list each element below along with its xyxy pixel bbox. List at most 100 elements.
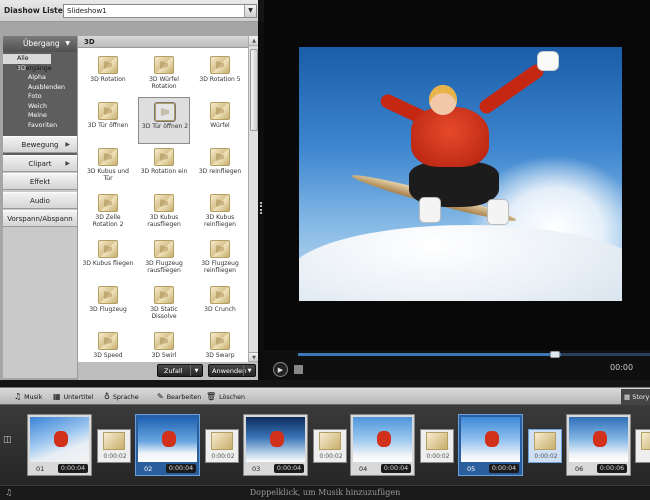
transition-item[interactable]: 3D Swarp	[194, 327, 246, 362]
chevron-down-icon[interactable]: ▼	[244, 5, 256, 17]
slide-duration[interactable]: 0:00:04	[58, 464, 88, 473]
timeline-transition[interactable]: 0:00:02	[97, 429, 131, 463]
subcategory-3[interactable]: Ausblenden	[3, 83, 77, 93]
transition-thumbnail-icon	[98, 332, 118, 350]
transition-item[interactable]: 3D Rotation ein	[138, 143, 190, 190]
transition-item[interactable]: 3D Swirl	[138, 327, 190, 362]
music-track[interactable]: ♫ Doppelklick, um Musik hinzuzufügen	[0, 485, 650, 500]
timeline-transition[interactable]: 0:00:02	[313, 429, 347, 463]
category-button-0[interactable]: Bewegung ▶	[3, 136, 77, 153]
transition-item[interactable]: 3D Speed	[82, 327, 134, 362]
slideshow-select[interactable]: Slideshow1 ▼	[63, 4, 257, 18]
transition-thumbnail-icon	[98, 148, 118, 166]
transition-label: 3D Rotation	[90, 76, 126, 83]
transition-item[interactable]: 3D Rotation	[82, 51, 134, 98]
transition-thumbnail-icon	[210, 194, 230, 212]
category-button-2[interactable]: Effekt	[3, 173, 77, 190]
transition-item[interactable]: 3D Flugzeug reinfliegen	[194, 235, 246, 282]
slide-figure	[593, 431, 607, 447]
transition-label: 3D Rotation 5	[199, 76, 241, 83]
category-button-3[interactable]: Audio	[3, 191, 77, 209]
timeline-slide[interactable]: 03 0:00:04	[243, 414, 308, 476]
transition-thumbnail-icon	[98, 102, 118, 120]
slide-duration[interactable]: 0:00:06	[597, 464, 627, 473]
transition-thumbnail-icon	[98, 240, 118, 258]
timeline-slide[interactable]: 06 0:00:06	[566, 414, 631, 476]
playback-progress[interactable]	[298, 351, 650, 358]
voice-button[interactable]: ♁ Sprache	[104, 391, 139, 404]
subcategory-6[interactable]: Meine Favoriten	[3, 111, 77, 129]
delete-button[interactable]: 🗑 Löschen	[206, 391, 245, 404]
glove	[537, 51, 559, 71]
transition-item[interactable]: 3D Rotation 5	[194, 51, 246, 98]
transition-label: 3D Kubus und Tür	[87, 168, 129, 182]
transition-item[interactable]: 3D Kubus fliegen	[82, 235, 134, 282]
subcategory-1[interactable]: 3D	[3, 64, 77, 74]
timeline-transition[interactable]	[635, 429, 650, 463]
timeline-slide[interactable]: 02 0:00:04	[135, 414, 200, 476]
transition-label: 3D Kubus reinfliegen	[204, 214, 236, 228]
transition-label: 3D Würfel Rotation	[149, 76, 179, 90]
transition-item[interactable]: 3D Static Dissolve	[138, 281, 190, 328]
transition-item[interactable]: 3D Kubus und Tür	[82, 143, 134, 190]
transition-item[interactable]: 3D Crunch	[194, 281, 246, 328]
transition-label: 3D Kubus fliegen	[82, 260, 134, 267]
transition-item[interactable]: Würfel	[194, 97, 246, 144]
scrollbar-thumb[interactable]	[250, 49, 258, 131]
timeline-transition[interactable]: 0:00:02	[528, 429, 562, 463]
subtitle-button[interactable]: ▦ Untertitel	[53, 391, 93, 404]
subcategory-2[interactable]: Alpha	[3, 73, 77, 83]
chevron-down-icon[interactable]: ▼	[243, 365, 255, 376]
transition-item[interactable]: 3D Zelle Rotation 2	[82, 189, 134, 236]
transition-item[interactable]: 3D Flugzeug	[82, 281, 134, 328]
transition-item[interactable]: 3D Würfel Rotation	[138, 51, 190, 98]
subcategory-4[interactable]: Foto	[3, 92, 77, 102]
slide-duration[interactable]: 0:00:04	[489, 464, 519, 473]
chevron-right-icon: ▶	[65, 141, 70, 148]
transition-thumbnail-icon	[154, 332, 174, 350]
stop-button[interactable]	[294, 365, 303, 374]
slide-duration[interactable]: 0:00:04	[381, 464, 411, 473]
edit-button[interactable]: ✎ Bearbeiten	[157, 391, 201, 404]
category-button-1[interactable]: Clipart ▶	[3, 154, 77, 172]
storyboard-track: ◫ 01 0:00:04 02 0:00:04 03 0:00:04 04 0:00:04 05…	[0, 405, 650, 485]
category-button-label: Bewegung	[21, 141, 59, 149]
subcategory-5[interactable]: Weich	[3, 102, 77, 112]
timeline-slide[interactable]: 01 0:00:04	[27, 414, 92, 476]
transition-item[interactable]: 3D Tür öffnen	[82, 97, 134, 144]
timeline-slide[interactable]: 05 0:00:04	[458, 414, 523, 476]
subtitle-label: Untertitel	[63, 394, 94, 401]
music-button[interactable]: ♫ Musik	[14, 391, 42, 404]
slide-duration[interactable]: 0:00:04	[274, 464, 304, 473]
storyboard-icon: ▦	[624, 393, 631, 401]
transition-item[interactable]: 3D Kubus reinfliegen	[194, 189, 246, 236]
category-header-transition[interactable]: Übergang ▼	[3, 36, 77, 52]
snow-ground	[299, 225, 622, 301]
chevron-down-icon[interactable]: ▼	[190, 365, 202, 376]
slideshow-list-bar: Diashow Liste Slideshow1 ▼	[0, 0, 258, 22]
transition-item[interactable]: 3D Tür öffnen 2	[138, 97, 190, 144]
progress-knob[interactable]	[550, 351, 560, 358]
storyboard-tab[interactable]: ▦ Story	[621, 389, 650, 405]
slide-duration[interactable]: 0:00:04	[166, 464, 196, 473]
apply-button[interactable]: Anwenden ▼	[208, 364, 256, 377]
transition-thumbnail-icon	[210, 286, 230, 304]
transition-item[interactable]: 3D reinfliegen	[194, 143, 246, 190]
play-button[interactable]: ▶	[273, 362, 288, 377]
category-button-4[interactable]: Vorspann/Abspann	[3, 210, 77, 227]
timeline-transition[interactable]: 0:00:02	[420, 429, 454, 463]
edit-label: Bearbeiten	[166, 394, 202, 401]
transition-item[interactable]: 3D Flugzeug rausfliegen	[138, 235, 190, 282]
film-strip-icon[interactable]: ◫	[3, 435, 16, 448]
category-button-label: Clipart	[28, 159, 52, 168]
transition-item[interactable]: 3D Kubus rausfliegen	[138, 189, 190, 236]
transition-label: 3D Crunch	[204, 306, 236, 313]
category-header-label: Übergang	[23, 39, 60, 48]
subcategory-0[interactable]: Alle Übergänge	[3, 54, 52, 72]
transition-thumbnail-icon	[210, 332, 230, 350]
slide-number: 02	[144, 465, 153, 473]
timeline-slide[interactable]: 04 0:00:04	[350, 414, 415, 476]
timecode: 00:00	[610, 363, 634, 372]
random-button[interactable]: Zufall ▼	[157, 364, 203, 377]
timeline-transition[interactable]: 0:00:02	[205, 429, 239, 463]
